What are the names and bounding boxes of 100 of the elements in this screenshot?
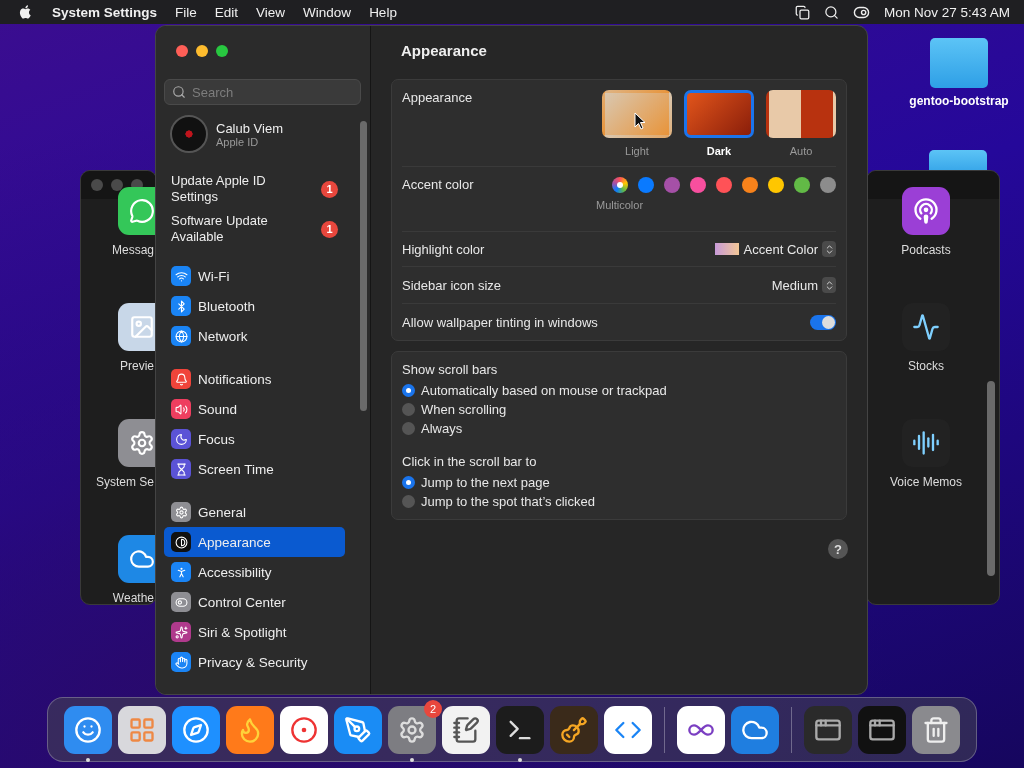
infinity-app-icon[interactable] (677, 705, 725, 754)
podcast-icon[interactable] (902, 187, 950, 235)
menu-item[interactable]: Edit (214, 4, 239, 20)
radio-button[interactable] (402, 403, 415, 416)
minimize-button[interactable] (196, 45, 208, 57)
theme-label[interactable]: Dark (706, 145, 732, 157)
speech-bubble-icon[interactable] (118, 187, 156, 235)
avatar[interactable] (170, 115, 208, 153)
accent-color-swatch[interactable] (768, 177, 784, 193)
image-icon[interactable] (118, 303, 156, 351)
grid-app-icon[interactable] (118, 705, 166, 754)
line-graph-icon[interactable] (902, 303, 950, 351)
menu-item[interactable]: View (256, 4, 286, 20)
accent-color-swatch[interactable] (612, 177, 628, 193)
accent-color-swatch[interactable] (742, 177, 758, 193)
gear-icon[interactable] (118, 419, 156, 467)
theme-preview-thumbnail[interactable] (684, 90, 754, 138)
accent-color-swatch[interactable] (638, 177, 654, 193)
radio-button[interactable] (402, 422, 415, 435)
count-badge: 1 (321, 180, 338, 198)
window-thumbnail[interactable] (858, 705, 906, 754)
radio-button[interactable] (402, 476, 415, 489)
setting-label: Accent color (402, 177, 474, 192)
account-subtitle: Apple ID (216, 135, 260, 148)
toggle-switch[interactable] (810, 314, 836, 330)
search-field[interactable]: Search (164, 79, 361, 105)
folder-label[interactable]: gentoo-bootstrap (909, 94, 1009, 108)
theme-label[interactable]: Auto (789, 145, 813, 157)
sidebar-item[interactable]: Siri & Spotlight (164, 617, 345, 647)
terminal-app-icon[interactable] (496, 705, 544, 754)
zoom-button[interactable] (216, 45, 228, 57)
notepad-app-icon[interactable] (442, 705, 490, 754)
setting-label: Allow wallpaper tinting in windows (402, 314, 598, 330)
code-app-icon[interactable] (604, 705, 652, 754)
radio-option[interactable]: When scrolling (402, 400, 836, 419)
menu-clock[interactable]: Mon Nov 27 5:43 AM (883, 4, 1010, 20)
sidebar-item[interactable]: Wi-Fi (164, 261, 345, 291)
app-label: System Se (95, 475, 154, 489)
app-menu[interactable]: System Settings (52, 4, 158, 20)
sidebar-item[interactable]: Bluetooth (164, 291, 345, 321)
alert-item[interactable]: Update Apple ID Settings (171, 173, 311, 205)
help-button[interactable]: ? (828, 539, 848, 559)
pen-app-icon[interactable] (334, 705, 382, 754)
app-label: Stocks (908, 359, 944, 373)
scrollbar[interactable] (987, 381, 995, 576)
sidebar-item[interactable]: Privacy & Security (164, 647, 345, 677)
waveform-icon[interactable] (902, 419, 950, 467)
screen-mirroring-icon[interactable] (794, 4, 810, 20)
scrollbar[interactable] (360, 121, 367, 411)
sidebar-item[interactable]: Accessibility (164, 557, 345, 587)
account-name[interactable]: Calub Viem (216, 120, 283, 136)
radio-option[interactable]: Always (402, 419, 836, 438)
notification-badge: 2 (424, 699, 442, 718)
apple-logo-icon[interactable] (18, 4, 34, 20)
accent-color-swatch[interactable] (690, 177, 706, 193)
accent-color-swatch[interactable] (820, 177, 836, 193)
sidebar-item[interactable]: General (164, 497, 345, 527)
circle-app-icon[interactable] (280, 705, 328, 754)
guitar-app-icon[interactable] (550, 705, 598, 754)
theme-preview-thumbnail[interactable] (766, 90, 836, 138)
radio-button[interactable] (402, 384, 415, 397)
radio-option[interactable]: Jump to the spot that’s clicked (402, 492, 836, 511)
sidebar-item[interactable]: Focus (164, 424, 345, 454)
popup-button[interactable]: Accent Color (743, 241, 836, 257)
cloud-app-icon[interactable] (731, 705, 779, 754)
smiling-face-app-icon[interactable] (64, 705, 112, 754)
alert-item[interactable]: Software Update Available (171, 213, 311, 245)
gear-app-icon[interactable] (388, 705, 436, 754)
theme-preview-thumbnail[interactable] (602, 90, 672, 138)
flame-app-icon[interactable] (226, 705, 274, 754)
popup-button[interactable]: Medium (771, 277, 836, 293)
sidebar-item[interactable]: Sound (164, 394, 345, 424)
theme-label[interactable]: Light (625, 145, 649, 157)
sidebar-item[interactable]: Notifications (164, 364, 345, 394)
sidebar-item[interactable]: Network (164, 321, 345, 351)
radio-button[interactable] (402, 495, 415, 508)
radio-option[interactable]: Jump to the next page (402, 473, 836, 492)
trash-icon[interactable] (912, 705, 960, 754)
radio-option[interactable]: Automatically based on mouse or trackpad (402, 381, 836, 400)
accent-color-swatch[interactable] (664, 177, 680, 193)
app-label: Voice Memos (890, 475, 962, 489)
search-icon[interactable] (823, 4, 839, 20)
pointer-icon (634, 112, 646, 130)
accent-color-swatch[interactable] (716, 177, 732, 193)
setting-label: Appearance (402, 90, 473, 105)
menu-item[interactable]: File (175, 4, 197, 20)
sidebar-item[interactable]: Control Center (164, 587, 345, 617)
search-icon (172, 85, 186, 99)
app-label: Previe (120, 359, 154, 373)
sidebar-item[interactable]: Screen Time (164, 454, 345, 484)
menu-item[interactable]: Help (369, 4, 397, 20)
menu-item[interactable]: Window (303, 4, 352, 20)
window-thumbnail[interactable] (804, 705, 852, 754)
cloud-icon[interactable] (118, 535, 156, 583)
highlight-preview-swatch (714, 243, 739, 255)
count-badge: 1 (321, 220, 338, 238)
sidebar-item[interactable]: Appearance (164, 527, 345, 557)
compass-app-icon[interactable] (172, 705, 220, 754)
accent-color-swatch[interactable] (794, 177, 810, 193)
close-button[interactable] (176, 45, 188, 57)
